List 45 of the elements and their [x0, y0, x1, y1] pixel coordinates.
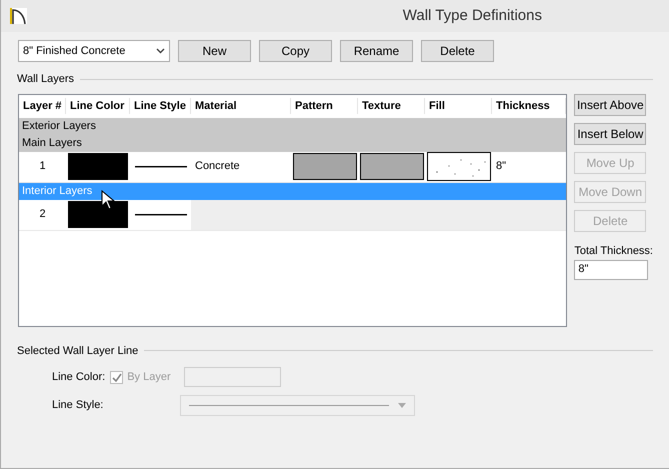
- wall-type-dropdown[interactable]: 8" Finished Concrete: [18, 40, 170, 62]
- field-label: Total Thickness:: [574, 244, 653, 258]
- type-button[interactable]: New: [178, 40, 251, 62]
- thickness-value: 8": [496, 159, 506, 174]
- line-style-dropdown[interactable]: [180, 395, 415, 416]
- layer-number: 1: [39, 159, 46, 174]
- line-color-swatch: [68, 201, 128, 228]
- group-row[interactable]: Main Layers: [19, 134, 566, 152]
- column-header: Thickness: [492, 98, 566, 114]
- fill-swatch: [426, 152, 490, 181]
- column-header: Fill: [425, 98, 492, 114]
- column-header: Pattern: [291, 98, 358, 114]
- texture-swatch: [360, 153, 424, 180]
- solid-line-icon: [134, 214, 186, 216]
- section-title: Selected Wall Layer Line: [17, 344, 138, 358]
- layer-number: 2: [39, 207, 46, 222]
- field-label: Line Color:: [52, 370, 106, 385]
- column-header: Texture: [358, 98, 425, 114]
- checkbox-label: By Layer: [127, 370, 171, 385]
- app-logo-icon: [10, 7, 28, 25]
- type-button[interactable]: Rename: [340, 40, 413, 62]
- line-color-swatch: [68, 153, 128, 180]
- total-thickness-field[interactable]: 8": [574, 260, 648, 280]
- field-label: Line Style:: [52, 398, 104, 414]
- layer-button[interactable]: Insert Above: [574, 94, 646, 116]
- solid-line-icon: [134, 166, 186, 168]
- section-title: Wall Layers: [17, 72, 74, 87]
- column-header: Line Style: [130, 98, 191, 114]
- layer-button[interactable]: Insert Below: [574, 122, 646, 144]
- layer-row[interactable]: 1 Concrete 8": [19, 152, 566, 182]
- solid-line-icon: [189, 404, 389, 406]
- column-header: Material: [191, 98, 291, 114]
- type-button[interactable]: Delete: [421, 40, 494, 62]
- window-title: Wall Type Definitions: [402, 6, 542, 26]
- column-header: Line Color: [66, 98, 130, 114]
- caret-down-icon: [398, 403, 406, 408]
- line-color-field[interactable]: [184, 367, 281, 387]
- type-button[interactable]: Copy: [259, 40, 332, 62]
- column-header: Layer #: [19, 98, 66, 114]
- cursor-icon: [101, 190, 115, 210]
- group-row[interactable]: Exterior Layers: [19, 118, 566, 134]
- pattern-swatch: [292, 153, 356, 180]
- material-name: Concrete: [195, 159, 240, 174]
- layer-row[interactable]: 2: [19, 200, 566, 230]
- chevron-down-icon: [156, 48, 165, 54]
